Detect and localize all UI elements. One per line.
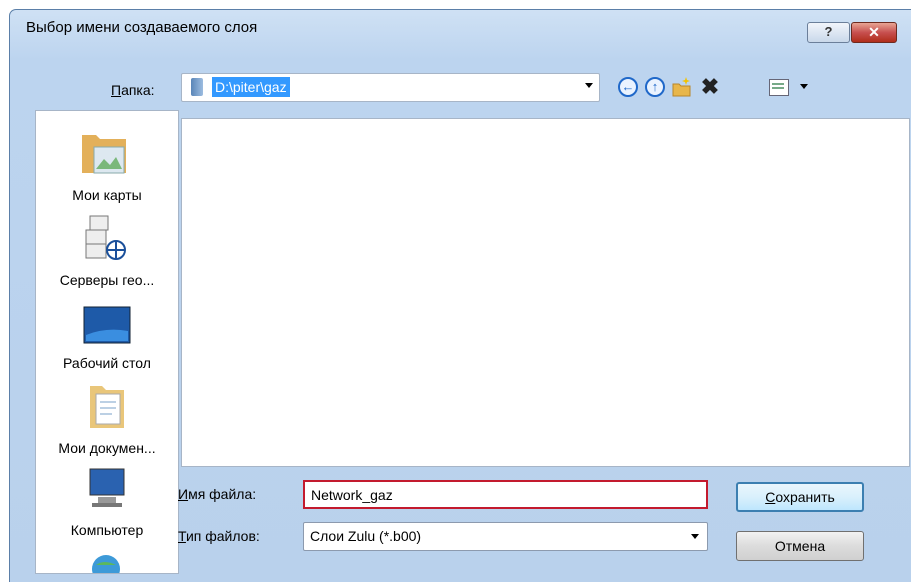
- filename-label: Имя файла:: [178, 486, 257, 502]
- new-folder-icon: [672, 77, 691, 97]
- save-button[interactable]: Сохранить: [736, 482, 864, 512]
- view-chevron-icon[interactable]: [800, 84, 808, 89]
- place-label: Компьютер: [70, 522, 144, 538]
- view-menu-icon: [769, 78, 789, 96]
- network-globe-icon: [92, 555, 120, 573]
- computer-icon: [89, 468, 125, 507]
- folder-select[interactable]: D:\piter\gaz: [181, 73, 600, 102]
- desktop-icon: [83, 306, 131, 344]
- place-geo-servers[interactable]: Серверы гео...: [36, 206, 178, 291]
- filetype-value: Слои Zulu (*.b00): [310, 528, 422, 544]
- place-label: Серверы гео...: [59, 272, 155, 288]
- cancel-button[interactable]: Отмена: [736, 531, 864, 561]
- place-label: Мои докумен...: [58, 440, 156, 456]
- back-icon: ←: [618, 77, 638, 97]
- help-icon: ?: [824, 24, 833, 39]
- filetype-label: Тип файлов:: [178, 528, 260, 544]
- delete-icon: ✖: [700, 74, 720, 99]
- file-list[interactable]: [181, 118, 910, 467]
- folder-label: Папка:: [111, 82, 155, 98]
- place-my-documents[interactable]: Мои докумен...: [36, 376, 178, 461]
- filename-input[interactable]: [303, 480, 708, 509]
- close-icon: ✕: [868, 24, 880, 40]
- geo-servers-icon: [85, 215, 126, 260]
- place-computer[interactable]: Компьютер: [36, 461, 178, 541]
- folder-path: D:\piter\gaz: [212, 77, 290, 97]
- my-maps-icon: [82, 135, 126, 174]
- place-label: Рабочий стол: [63, 355, 151, 371]
- chevron-down-icon[interactable]: [585, 83, 593, 88]
- dialog-title: Выбор имени создаваемого слоя: [26, 19, 258, 36]
- folder-icon: [191, 78, 203, 96]
- help-button[interactable]: ?: [807, 22, 850, 43]
- save-layer-dialog: Выбор имени создаваемого слоя ? ✕ Папка:…: [9, 9, 911, 582]
- chevron-down-icon: [691, 534, 699, 539]
- back-button[interactable]: ←: [617, 76, 639, 98]
- place-desktop[interactable]: Рабочий стол: [36, 291, 178, 376]
- place-network-partial[interactable]: [36, 541, 178, 573]
- close-button[interactable]: ✕: [851, 22, 897, 43]
- my-documents-icon: [90, 386, 124, 428]
- filetype-select[interactable]: Слои Zulu (*.b00): [303, 522, 708, 551]
- up-folder-button[interactable]: ↑: [644, 76, 666, 98]
- places-bar: Мои карты Серверы гео... Рабочий стол Мо…: [35, 110, 179, 574]
- title-bar: Выбор имени создаваемого слоя ? ✕: [10, 10, 911, 46]
- place-my-maps[interactable]: Мои карты: [36, 111, 178, 206]
- place-label: Мои карты: [72, 187, 142, 203]
- up-folder-icon: ↑: [645, 77, 665, 97]
- view-menu-button[interactable]: [768, 76, 790, 98]
- delete-button[interactable]: ✖: [699, 74, 721, 99]
- new-folder-button[interactable]: [671, 76, 693, 98]
